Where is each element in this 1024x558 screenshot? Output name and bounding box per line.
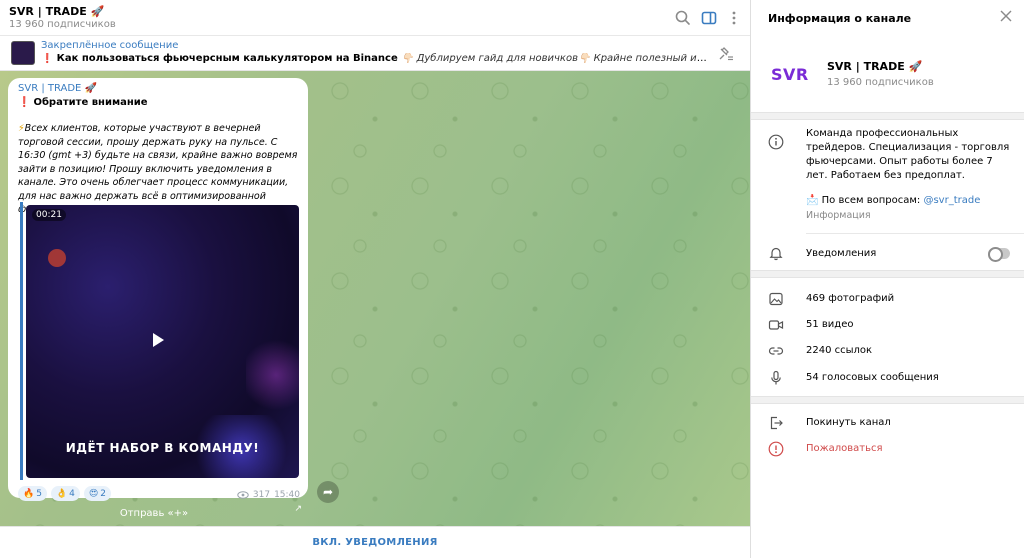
panel-title: Информация о канале — [768, 12, 912, 25]
media-row-links[interactable]: 2240 ссылок — [751, 341, 1024, 361]
microphone-icon — [768, 370, 784, 386]
inline-button-label: Отправь «+» — [119, 507, 189, 519]
reaction-fire[interactable]: 🔥 5 — [18, 486, 47, 501]
reaction-heart-eyes[interactable]: 😍 2 — [83, 486, 112, 501]
reaction-ok-hand[interactable]: 👌 4 — [50, 486, 80, 501]
message-author[interactable]: SVR | TRADE 🚀 — [18, 83, 97, 94]
leave-channel-button[interactable]: Покинуть канал — [751, 413, 1024, 433]
contact-link[interactable]: @svr_trade — [923, 195, 980, 206]
search-icon[interactable] — [674, 9, 692, 27]
pinned-header: Закреплённое сообщение — [41, 40, 179, 51]
fire-emoji-icon: 🔥 — [23, 488, 35, 499]
chat-background: SVR | TRADE 🚀 ❗ Обратите внимание ⚡Всех к… — [0, 71, 750, 526]
pinned-bold-text: Как пользоваться фьючерсным калькуляторо… — [56, 53, 398, 64]
close-icon[interactable] — [1000, 10, 1012, 22]
chat-header[interactable]: SVR | TRADE 🚀 13 960 подписчиков — [0, 0, 750, 36]
report-button[interactable]: Пожаловаться — [751, 439, 1024, 459]
contact-prefix: 📩 По всем вопросам: — [806, 195, 924, 206]
video-preview[interactable]: 00:21 ИДЁТ НАБОР В КОМАНДУ! — [26, 205, 299, 478]
channel-contact: 📩 По всем вопросам: @svr_trade — [806, 195, 980, 206]
channel-info-panel: Информация о канале SVR SVR | TRADE 🚀 13… — [750, 0, 1024, 558]
lightning-icon: ⚡ — [18, 123, 25, 134]
video-glow-secondary — [246, 335, 299, 415]
bottom-bar: ВКЛ. УВЕДОМЛЕНИЯ — [0, 526, 750, 558]
channel-description: Команда профессиональных трейдеров. Спец… — [806, 128, 1010, 181]
report-label: Пожаловаться — [806, 443, 883, 454]
reaction-count: 4 — [69, 488, 75, 499]
reactions-row: 🔥 5 👌 4 😍 2 — [18, 486, 112, 501]
section-separator — [751, 112, 1024, 120]
video-light-spot — [48, 249, 66, 267]
share-icon[interactable]: ➦ — [317, 481, 339, 503]
reaction-count: 2 — [100, 488, 107, 499]
pinned-excl: ❗ — [41, 53, 54, 64]
external-arrow-icon: ↗ — [294, 504, 302, 514]
media-label: 2240 ссылок — [806, 345, 873, 356]
channel-subscribers-count: 13 960 подписчиков — [827, 77, 934, 88]
message-heading: ❗ Обратите внимание — [18, 97, 148, 108]
message-heading-text: Обратите внимание — [33, 97, 148, 108]
play-icon[interactable] — [153, 333, 164, 347]
media-row-photos[interactable]: 469 фотографий — [751, 289, 1024, 309]
pinned-message-bar[interactable]: Закреплённое сообщение ❗ Как пользоватьс… — [0, 36, 750, 71]
video-icon — [768, 317, 784, 333]
views-eye-icon — [237, 491, 249, 499]
views-count: 317 — [252, 490, 271, 500]
ok-hand-emoji-icon: 👌 — [55, 488, 68, 499]
more-menu-icon[interactable] — [725, 9, 743, 27]
chat-area: SVR | TRADE 🚀 13 960 подписчиков Закрепл… — [0, 0, 750, 558]
channel-name: SVR | TRADE 🚀 — [827, 60, 923, 73]
photo-icon — [768, 291, 784, 307]
message-bubble[interactable]: SVR | TRADE 🚀 ❗ Обратите внимание ⚡Всех к… — [8, 78, 308, 501]
bell-icon — [768, 245, 784, 261]
video-attachment[interactable]: 00:21 ИДЁТ НАБОР В КОМАНДУ! — [20, 202, 300, 480]
pinned-thumbnail — [11, 41, 35, 65]
channel-title[interactable]: SVR | TRADE 🚀 — [9, 5, 104, 18]
section-separator — [751, 396, 1024, 404]
sidebar-toggle-icon[interactable] — [700, 9, 718, 27]
pin-list-icon[interactable] — [718, 47, 734, 61]
reaction-count: 5 — [36, 488, 42, 499]
channel-avatar[interactable]: SVR — [771, 65, 809, 84]
section-separator — [751, 270, 1024, 278]
exclamation-icon: ❗ — [18, 97, 31, 108]
pinned-text: ❗ Как пользоваться фьючерсным калькулято… — [41, 53, 711, 64]
message-time: 15:40 — [274, 490, 300, 500]
enable-notifications-button[interactable]: ВКЛ. УВЕДОМЛЕНИЯ — [312, 537, 437, 548]
leave-icon — [768, 415, 784, 431]
link-icon — [768, 343, 784, 359]
media-row-voice[interactable]: 54 голосовых сообщения — [751, 368, 1024, 388]
video-duration: 00:21 — [32, 209, 66, 221]
media-label: 51 видео — [806, 319, 854, 330]
divider — [806, 233, 1024, 234]
leave-channel-label: Покинуть канал — [806, 417, 891, 428]
media-label: 469 фотографий — [806, 293, 895, 304]
warning-icon — [768, 441, 784, 457]
media-row-videos[interactable]: 51 видео — [751, 315, 1024, 335]
info-label: Информация — [806, 210, 871, 221]
notifications-toggle[interactable] — [988, 247, 1010, 262]
info-icon — [768, 134, 784, 150]
inline-button-send-plus[interactable]: Отправь «+» ↗ — [0, 501, 308, 525]
channel-subscribers: 13 960 подписчиков — [9, 19, 116, 30]
media-label: 54 голосовых сообщения — [806, 372, 939, 383]
pinned-italic-text: 👇🏻 Дублируем гайд для новичков👇🏻 Крайне … — [400, 53, 711, 64]
notifications-label: Уведомления — [806, 248, 877, 259]
video-caption: ИДЁТ НАБОР В КОМАНДУ! — [65, 441, 260, 455]
message-meta: 317 15:40 — [237, 490, 300, 500]
heart-eyes-emoji-icon: 😍 — [88, 488, 99, 499]
